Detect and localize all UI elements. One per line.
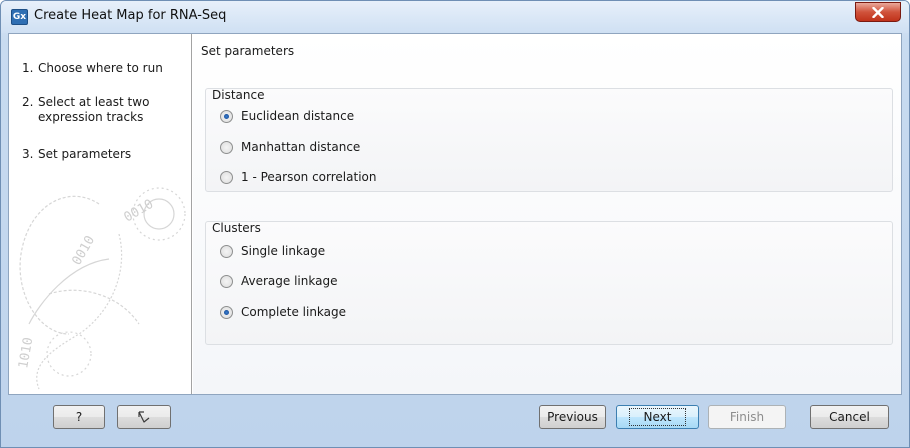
parameters-panel: Set parameters Distance Euclidean distan…	[193, 34, 901, 394]
close-icon	[872, 6, 884, 18]
radio-average-linkage[interactable]: Average linkage	[220, 274, 337, 288]
step-label: Select at least two expression tracks	[38, 95, 150, 124]
radio-label: Euclidean distance	[241, 109, 355, 123]
svg-text:1010: 1010	[16, 336, 36, 369]
radio-button[interactable]	[220, 274, 233, 288]
radio-label: Manhattan distance	[241, 140, 361, 154]
radio-label: Average linkage	[241, 274, 338, 288]
radio-button[interactable]	[220, 170, 233, 184]
radio-complete-linkage[interactable]: Complete linkage	[220, 305, 346, 319]
radio-single-linkage[interactable]: Single linkage	[220, 244, 325, 258]
radio-button[interactable]	[220, 305, 233, 319]
previous-button[interactable]: Previous	[539, 405, 606, 429]
radio-manhattan-distance[interactable]: Manhattan distance	[220, 140, 360, 154]
step-number: 3.	[22, 147, 34, 161]
step-label: Set parameters	[38, 147, 132, 161]
title-bar[interactable]: Gx Create Heat Map for RNA-Seq	[1, 1, 909, 33]
next-button-label: Next	[628, 408, 687, 426]
step-number: 2.	[22, 95, 34, 109]
wizard-steps-sidebar: 1. Choose where to run 2. Select at leas…	[9, 34, 192, 394]
step-number: 1.	[22, 61, 34, 75]
window-title: Create Heat Map for RNA-Seq	[34, 8, 227, 23]
radio-label: Complete linkage	[241, 305, 347, 319]
next-button[interactable]: Next	[616, 405, 699, 429]
close-button[interactable]	[855, 2, 901, 22]
distance-group: Distance Euclidean distance Manhattan di…	[205, 88, 893, 192]
radio-label: 1 - Pearson correlation	[241, 170, 377, 184]
step-label: Choose where to run	[38, 61, 163, 75]
radio-euclidean-distance[interactable]: Euclidean distance	[220, 109, 354, 123]
undo-arrow-icon	[138, 411, 150, 423]
clusters-group: Clusters Single linkage Average linkage …	[205, 221, 893, 345]
reset-button[interactable]	[117, 405, 171, 429]
finish-button[interactable]: Finish	[708, 405, 786, 429]
section-title: Set parameters	[201, 44, 295, 58]
radio-label: Single linkage	[241, 244, 326, 258]
cancel-button[interactable]: Cancel	[810, 405, 889, 429]
dialog-footer: ? Previous Next Finish Cancel	[1, 395, 909, 447]
help-button[interactable]: ?	[53, 405, 105, 429]
radio-button[interactable]	[220, 109, 233, 123]
dialog-window: Gx Create Heat Map for RNA-Seq 1. Choose…	[0, 0, 910, 448]
step-choose-where-to-run: 1. Choose where to run	[22, 61, 188, 76]
svg-text:0010: 0010	[122, 197, 157, 226]
dialog-client: 1. Choose where to run 2. Select at leas…	[8, 33, 902, 395]
app-icon: Gx	[11, 9, 28, 25]
radio-button[interactable]	[220, 140, 233, 154]
step-set-parameters: 3. Set parameters	[22, 147, 188, 162]
radio-pearson-correlation[interactable]: 1 - Pearson correlation	[220, 170, 376, 184]
clusters-group-title: Clusters	[212, 221, 261, 235]
radio-button[interactable]	[220, 244, 233, 258]
distance-group-title: Distance	[212, 88, 265, 102]
dna-watermark-graphic: 0010 0010 1010	[16, 187, 186, 390]
step-select-expression-tracks: 2. Select at least two expression tracks	[22, 95, 158, 125]
